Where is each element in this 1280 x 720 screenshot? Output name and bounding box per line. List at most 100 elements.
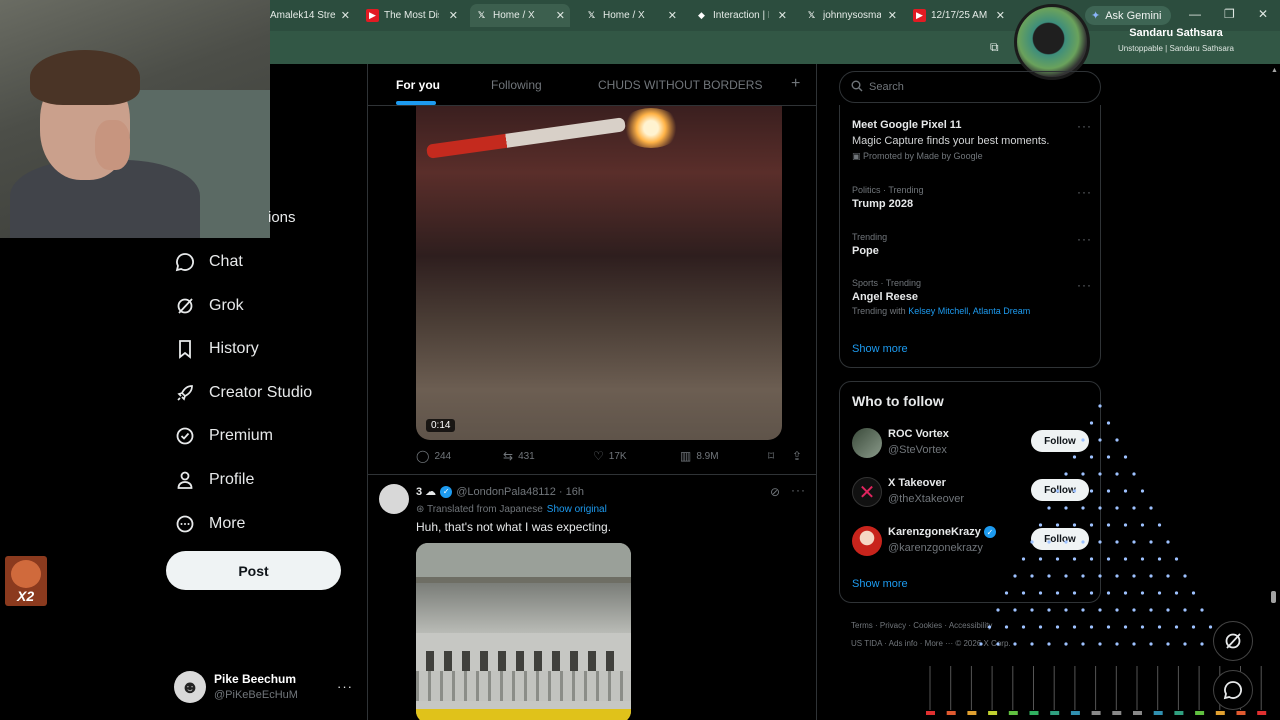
trend-more-icon[interactable]: ··· <box>1077 185 1092 199</box>
trend-item[interactable]: Trending Pope ··· <box>852 232 1092 257</box>
browser-tab[interactable]: Amalek14 Stre ✕ <box>270 4 350 27</box>
like-button[interactable]: ♡ 17K <box>593 449 627 463</box>
trend-item[interactable]: Sports · Trending Angel Reese Trending w… <box>852 278 1092 316</box>
tweet-avatar[interactable] <box>379 484 409 514</box>
trend-meta: Sports · Trending <box>852 278 922 288</box>
tweet-time[interactable]: · 16h <box>559 486 584 498</box>
close-icon[interactable]: ✕ <box>778 9 787 22</box>
decorative-dot <box>1149 642 1153 646</box>
follow-button[interactable]: Follow <box>1031 430 1089 452</box>
close-icon[interactable]: ✕ <box>996 9 1005 22</box>
views-button[interactable]: ▥ 8.9M <box>680 449 719 463</box>
footer-link-us-tida[interactable]: US TIDA <box>851 639 882 648</box>
tab-for-you[interactable]: For you <box>396 78 440 92</box>
scrollbar-thumb[interactable] <box>1271 591 1276 603</box>
search-input[interactable] <box>869 81 1089 93</box>
ad-more-icon[interactable]: ··· <box>1077 119 1092 133</box>
tab-following[interactable]: Following <box>491 78 542 92</box>
avatar[interactable]: ✕ <box>852 477 882 507</box>
suggestion-handle: @karenzgonekrazy <box>888 542 983 554</box>
trend-more-icon[interactable]: ··· <box>1077 278 1092 292</box>
trend-more-icon[interactable]: ··· <box>1077 232 1092 246</box>
close-icon[interactable]: ✕ <box>556 9 565 22</box>
post-button[interactable]: Post <box>166 551 341 590</box>
decorative-dot <box>1132 642 1136 646</box>
meter-level-marker <box>926 711 935 715</box>
footer-link-more[interactable]: More ··· <box>925 639 953 648</box>
decorative-dot <box>1021 625 1026 629</box>
reply-button[interactable]: ◯ 244 <box>416 449 451 463</box>
scroll-up-icon[interactable]: ▲ <box>1271 67 1278 74</box>
tweet-more-icon[interactable]: ··· <box>791 483 806 497</box>
x2-badge-face <box>11 560 41 588</box>
show-original-link[interactable]: Show original <box>547 504 607 515</box>
browser-tab[interactable]: 𝕏 Home / X ✕ <box>585 4 677 27</box>
tweet-image[interactable] <box>416 543 631 720</box>
tweet-video[interactable]: 0:14 <box>416 106 782 440</box>
minimize-icon[interactable]: — <box>1189 7 1201 21</box>
close-icon[interactable]: ✕ <box>668 9 677 22</box>
account-avatar[interactable]: ☻ <box>174 671 206 703</box>
close-icon[interactable]: ✕ <box>341 9 350 22</box>
trends-show-more-link[interactable]: Show more <box>852 343 908 355</box>
follow-button[interactable]: Follow <box>1031 528 1089 550</box>
nav-item-more[interactable]: More <box>175 511 245 537</box>
main-feed: 0:14 For you Following CHUDS WITHOUT BOR… <box>367 64 817 720</box>
close-icon[interactable]: ✕ <box>449 9 458 22</box>
follow-suggestion[interactable]: ✕ X Takeover @theXtakeover Follow <box>852 475 1092 511</box>
bookmark-button[interactable]: ⌑ <box>768 449 779 463</box>
nav-item-history[interactable]: History <box>175 336 259 362</box>
follow-show-more-link[interactable]: Show more <box>852 578 908 590</box>
cast-icon[interactable]: ⧉ <box>990 40 999 55</box>
nav-item-grok[interactable]: Grok <box>175 293 244 319</box>
browser-tab[interactable]: ▶ The Most Disg ✕ <box>366 4 458 27</box>
browser-tab[interactable]: 𝕏 johnnysosmal ✕ <box>805 4 897 27</box>
browser-tab[interactable]: ◆ Interaction | B ✕ <box>695 4 787 27</box>
close-icon[interactable]: ✕ <box>888 9 897 22</box>
avatar[interactable] <box>852 428 882 458</box>
nav-item-chat[interactable]: Chat <box>175 249 243 275</box>
footer-link-accessibility[interactable]: Accessibility <box>949 621 993 630</box>
footer-link-ads-info[interactable]: Ads info <box>889 639 918 648</box>
avatar[interactable] <box>852 526 882 556</box>
footer-link-privacy[interactable]: Privacy <box>880 621 906 630</box>
repost-button[interactable]: ⇆ 431 <box>503 449 535 463</box>
decorative-dot <box>1183 574 1187 578</box>
search-box[interactable] <box>839 71 1101 103</box>
tab-chuds-without-borders[interactable]: CHUDS WITHOUT BORDERS <box>598 78 762 92</box>
maximize-icon[interactable]: ❐ <box>1224 7 1235 21</box>
browser-tab[interactable]: ▶ 12/17/25 AM ✕ <box>913 4 1005 27</box>
ask-gemini-button[interactable]: ✦ Ask Gemini <box>1085 6 1172 25</box>
nav-label: History <box>209 340 259 357</box>
footer-link-cookies[interactable]: Cookies <box>913 621 942 630</box>
share-button[interactable]: ⇪ <box>792 449 807 463</box>
image-underpass <box>416 583 631 633</box>
decorative-dot <box>1140 523 1145 527</box>
floating-grok-button[interactable] <box>1213 621 1253 661</box>
follow-suggestion[interactable]: ROC Vortex @SteVortex Follow <box>852 426 1092 462</box>
feed-tabs: For you Following CHUDS WITHOUT BORDERS … <box>368 64 816 106</box>
meter-level-marker <box>1236 711 1246 715</box>
nav-item-premium[interactable]: Premium <box>175 423 273 449</box>
x2-badge-overlay: X2 <box>5 556 47 606</box>
trend-sub-links[interactable]: Kelsey Mitchell, Atlanta Dream <box>908 306 1030 316</box>
close-window-icon[interactable]: ✕ <box>1258 7 1268 21</box>
nav-item-profile[interactable]: Profile <box>175 467 254 493</box>
floating-chat-button[interactable] <box>1213 670 1253 710</box>
trend-subtitle: Trending with Kelsey Mitchell, Atlanta D… <box>852 306 1092 316</box>
add-tab-button[interactable]: + <box>791 75 800 93</box>
account-more-button[interactable]: ··· <box>337 679 353 694</box>
tweet-author-handle[interactable]: @LondonPala48112 <box>456 486 556 498</box>
follow-button[interactable]: Follow <box>1031 479 1089 501</box>
grok-icon[interactable]: ⊘ <box>770 485 780 499</box>
follow-suggestion[interactable]: KarenzgoneKrazy ✓ @karenzgonekrazy Follow <box>852 524 1092 560</box>
browser-tab-active[interactable]: 𝕏 Home / X ✕ <box>470 4 570 27</box>
promoted-ad[interactable]: Meet Google Pixel 11 Magic Capture finds… <box>852 119 1092 162</box>
footer-copyright: © 2026 X Corp. <box>955 639 1011 648</box>
trend-item[interactable]: Politics · Trending Trump 2028 ··· <box>852 185 1092 210</box>
image-bridge <box>416 543 631 583</box>
tweet-author-name[interactable]: 3 ☁ <box>416 485 436 498</box>
nav-item-creator-studio[interactable]: Creator Studio <box>175 380 312 406</box>
footer-link-terms[interactable]: Terms <box>851 621 873 630</box>
decorative-dot <box>1183 642 1187 646</box>
